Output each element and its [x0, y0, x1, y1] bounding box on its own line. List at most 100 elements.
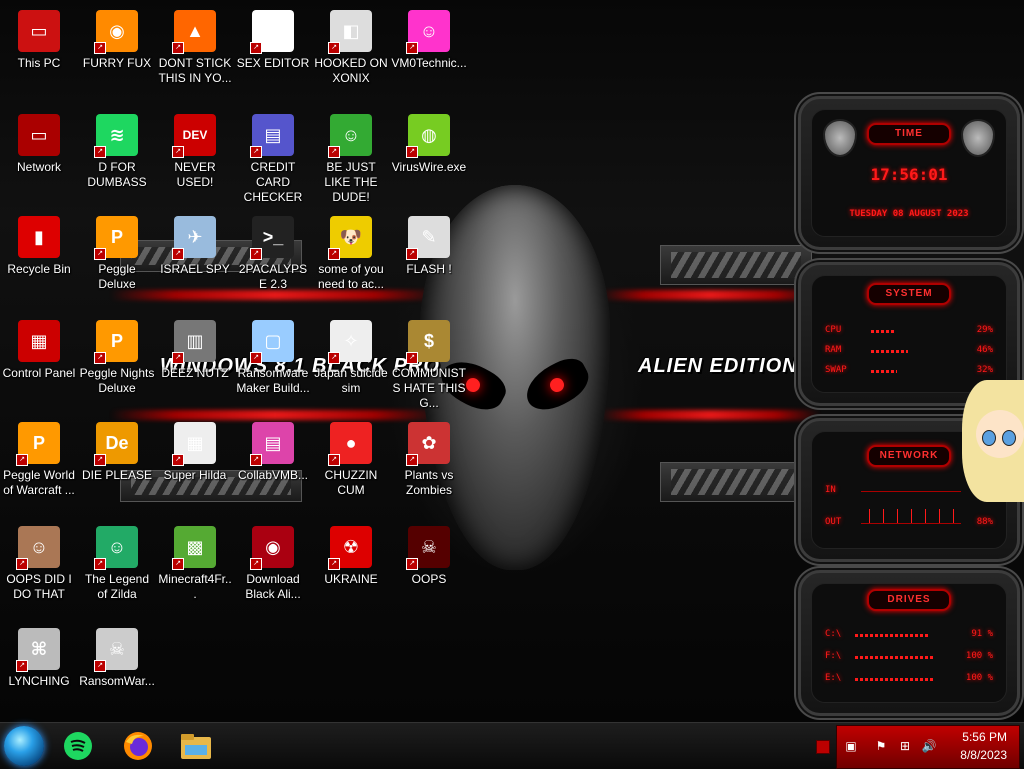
desktop-icon[interactable]: ☺ ↗ The Legend of Zilda [78, 520, 156, 618]
desktop-icon-label: CHUZZIN CUM [324, 468, 378, 497]
credit-card-icon: ▤ ↗ [250, 114, 294, 158]
desktop-icon-label: OOPS [411, 572, 447, 586]
date-readout: TUESDAY 08 AUGUST 2023 [849, 209, 969, 219]
computer-icon: ▭ [18, 10, 60, 52]
desktop-icon-label: 2PACALYPSE 2.3 [238, 262, 308, 291]
desktop-icon[interactable]: ☺ ↗ OOPS DID I DO THAT [0, 520, 78, 618]
network-icon: ▭ [18, 114, 60, 156]
desktop-icon[interactable]: ▤ ↗ CREDIT CARD CHECKER [234, 108, 312, 206]
desktop-icon[interactable]: ✿ ↗ Plants vs Zombies [390, 416, 468, 514]
shortcut-arrow-icon: ↗ [406, 352, 418, 364]
desktop-icon[interactable]: ▲ ↗ DONT STICK THIS IN YO... [156, 4, 234, 102]
desktop-icon[interactable]: P ↗ Peggle World of Warcraft ... [0, 416, 78, 514]
shortcut-arrow-icon: ↗ [16, 558, 28, 570]
shortcut-arrow-icon: ↗ [94, 248, 106, 260]
spy-icon: ✈ ↗ [172, 216, 216, 260]
wallpaper-red-stripe [600, 290, 820, 300]
shortcut-arrow-icon: ↗ [16, 660, 28, 672]
desktop-icon[interactable]: P ↗ Peggle Deluxe [78, 210, 156, 308]
desktop-icon[interactable]: $ ↗ COMMUNISTS HATE THIS G... [390, 314, 468, 412]
desktop-icon[interactable]: ⌘ ↗ LYNCHING [0, 622, 78, 720]
shortcut-arrow-icon: ↗ [250, 352, 262, 364]
desktop-icon[interactable]: ● ↗ CHUZZIN CUM [312, 416, 390, 514]
drive-f-meter: F:\ 100 % [825, 651, 993, 661]
system-tray: ▣ ⚑ ⊞ 🔊 5:56 PM 8/8/2023 [836, 725, 1020, 769]
desktop-icon[interactable]: ◉ ↗ Download Black Ali... [234, 520, 312, 618]
desktop-icon[interactable]: ☺ ↗ BE JUST LIKE THE DUDE! [312, 108, 390, 206]
desktop-icon-label: Super Hilda [163, 468, 227, 482]
desktop-icon[interactable]: ▩ ↗ Minecraft4Fr... [156, 520, 234, 618]
start-button[interactable] [4, 726, 44, 766]
volume-icon[interactable]: 🔊 [921, 738, 937, 754]
dog-icon: 🐶 ↗ [328, 216, 372, 260]
swap-bar [871, 370, 897, 373]
desktop-icon[interactable]: ▭ This PC [0, 4, 78, 102]
desktop-icon[interactable]: ▭ Network [0, 108, 78, 206]
desktop-icon-label: CollabVMB... [237, 468, 309, 482]
desktop-icon[interactable]: ▦ ↗ Super Hilda [156, 416, 234, 514]
anime-icon: ✧ ↗ [328, 320, 372, 364]
shortcut-arrow-icon: ↗ [250, 558, 262, 570]
shortcut-arrow-icon: ↗ [406, 42, 418, 54]
desktop-icon[interactable]: ◍ ↗ VirusWire.exe [390, 108, 468, 206]
desktop-icon[interactable]: ▦ Control Panel [0, 314, 78, 412]
spotify-taskbar-button[interactable] [58, 727, 98, 765]
shortcut-arrow-icon: ↗ [94, 454, 106, 466]
desktop-icon-label: VirusWire.exe [391, 160, 467, 174]
desktop-icon-label: Ransomware Maker Build... [236, 366, 310, 395]
desktop-icon[interactable]: >_ ↗ 2PACALYPSE 2.3 [234, 210, 312, 308]
desktop-icon[interactable]: ◧ ↗ HOOKED ON XONIX [312, 4, 390, 102]
network-tray-icon[interactable]: ⊞ [897, 738, 913, 754]
de-icon: De ↗ [94, 422, 138, 466]
elf-icon: ☺ ↗ [328, 114, 372, 158]
desktop-icon-label: ISRAEL SPY [160, 262, 230, 276]
desktop-icon[interactable]: De ↗ DIE PLEASE [78, 416, 156, 514]
desktop-icon[interactable]: ▤ ↗ CollabVMB... [234, 416, 312, 514]
desktop-icon[interactable]: ≋ ↗ D FOR DUMBASS [78, 108, 156, 206]
desktop-icon[interactable]: ✎ ↗ FLASH ! [390, 210, 468, 308]
cartoon-character-sticker[interactable] [962, 380, 1024, 502]
taskbar-clock-date[interactable]: 8/8/2023 [960, 748, 1007, 762]
net-in-graph [861, 477, 961, 492]
shortcut-arrow-icon: ↗ [250, 248, 262, 260]
desktop-icon[interactable]: P ↗ Peggle Nights Deluxe [78, 314, 156, 412]
net-out-value: 88% [976, 517, 993, 527]
firefox-taskbar-button[interactable] [118, 727, 158, 765]
knot-icon: ⌘ ↗ [16, 628, 60, 672]
desktop-icon[interactable]: 🐶 ↗ some of you need to ac... [312, 210, 390, 308]
vlc-cone-icon: ▲ ↗ [172, 10, 216, 54]
spotify-icon [64, 732, 92, 760]
pixel-icon: ▦ ↗ [172, 422, 216, 466]
desktop-icon-label: D FOR DUMBASS [87, 160, 147, 189]
file-explorer-taskbar-button[interactable] [176, 727, 216, 765]
desktop-icon-label: FLASH ! [406, 262, 452, 276]
action-center-icon[interactable]: ▣ [843, 738, 859, 754]
desktop-icon[interactable]: ▮ Recycle Bin [0, 210, 78, 308]
drives-title: DRIVES [867, 589, 951, 611]
desktop-icon[interactable]: ◉ ↗ FURRY FUX [78, 4, 156, 102]
flag-icon[interactable]: ⚑ [873, 738, 889, 754]
drive-c-meter: C:\ 91 % [825, 629, 993, 639]
desktop-icon[interactable]: ▢ ↗ Ransomware Maker Build... [234, 314, 312, 412]
net-out-label: OUT [825, 517, 842, 527]
clock-readout: 17:56:01 [870, 165, 948, 184]
desktop-icon-label: Recycle Bin [7, 262, 71, 276]
desktop-icon[interactable]: ☠ ↗ OOPS [390, 520, 468, 618]
desktop-icon[interactable]: DEV ↗ NEVER USED! [156, 108, 234, 206]
show-hidden-icons-button[interactable] [816, 740, 830, 754]
desktop-icon[interactable]: ✈ ↗ ISRAEL SPY [156, 210, 234, 308]
desktop-icon[interactable]: ☺ ↗ VM0Technic... [390, 4, 468, 102]
chuzzle-icon: ● ↗ [328, 422, 372, 466]
desktop-icon[interactable]: ▥ ↗ DEEZ NUTZ [156, 314, 234, 412]
shortcut-arrow-icon: ↗ [406, 146, 418, 158]
window-icon: ▢ ↗ [250, 320, 294, 364]
drive-c-bar [855, 634, 928, 637]
cpu-bar [871, 330, 894, 333]
shortcut-arrow-icon: ↗ [250, 42, 262, 54]
wallpaper-metal-plate [660, 462, 812, 502]
desktop-icon[interactable]: ✧ ↗ Japan suicide sim [312, 314, 390, 412]
desktop-icon[interactable]: ☠ ↗ RansomWar... [78, 622, 156, 720]
desktop-icon[interactable]: HxD ↗ SEX EDITOR [234, 4, 312, 102]
desktop-icon[interactable]: ☢ ↗ UKRAINE [312, 520, 390, 618]
taskbar-clock-time[interactable]: 5:56 PM [962, 730, 1007, 744]
